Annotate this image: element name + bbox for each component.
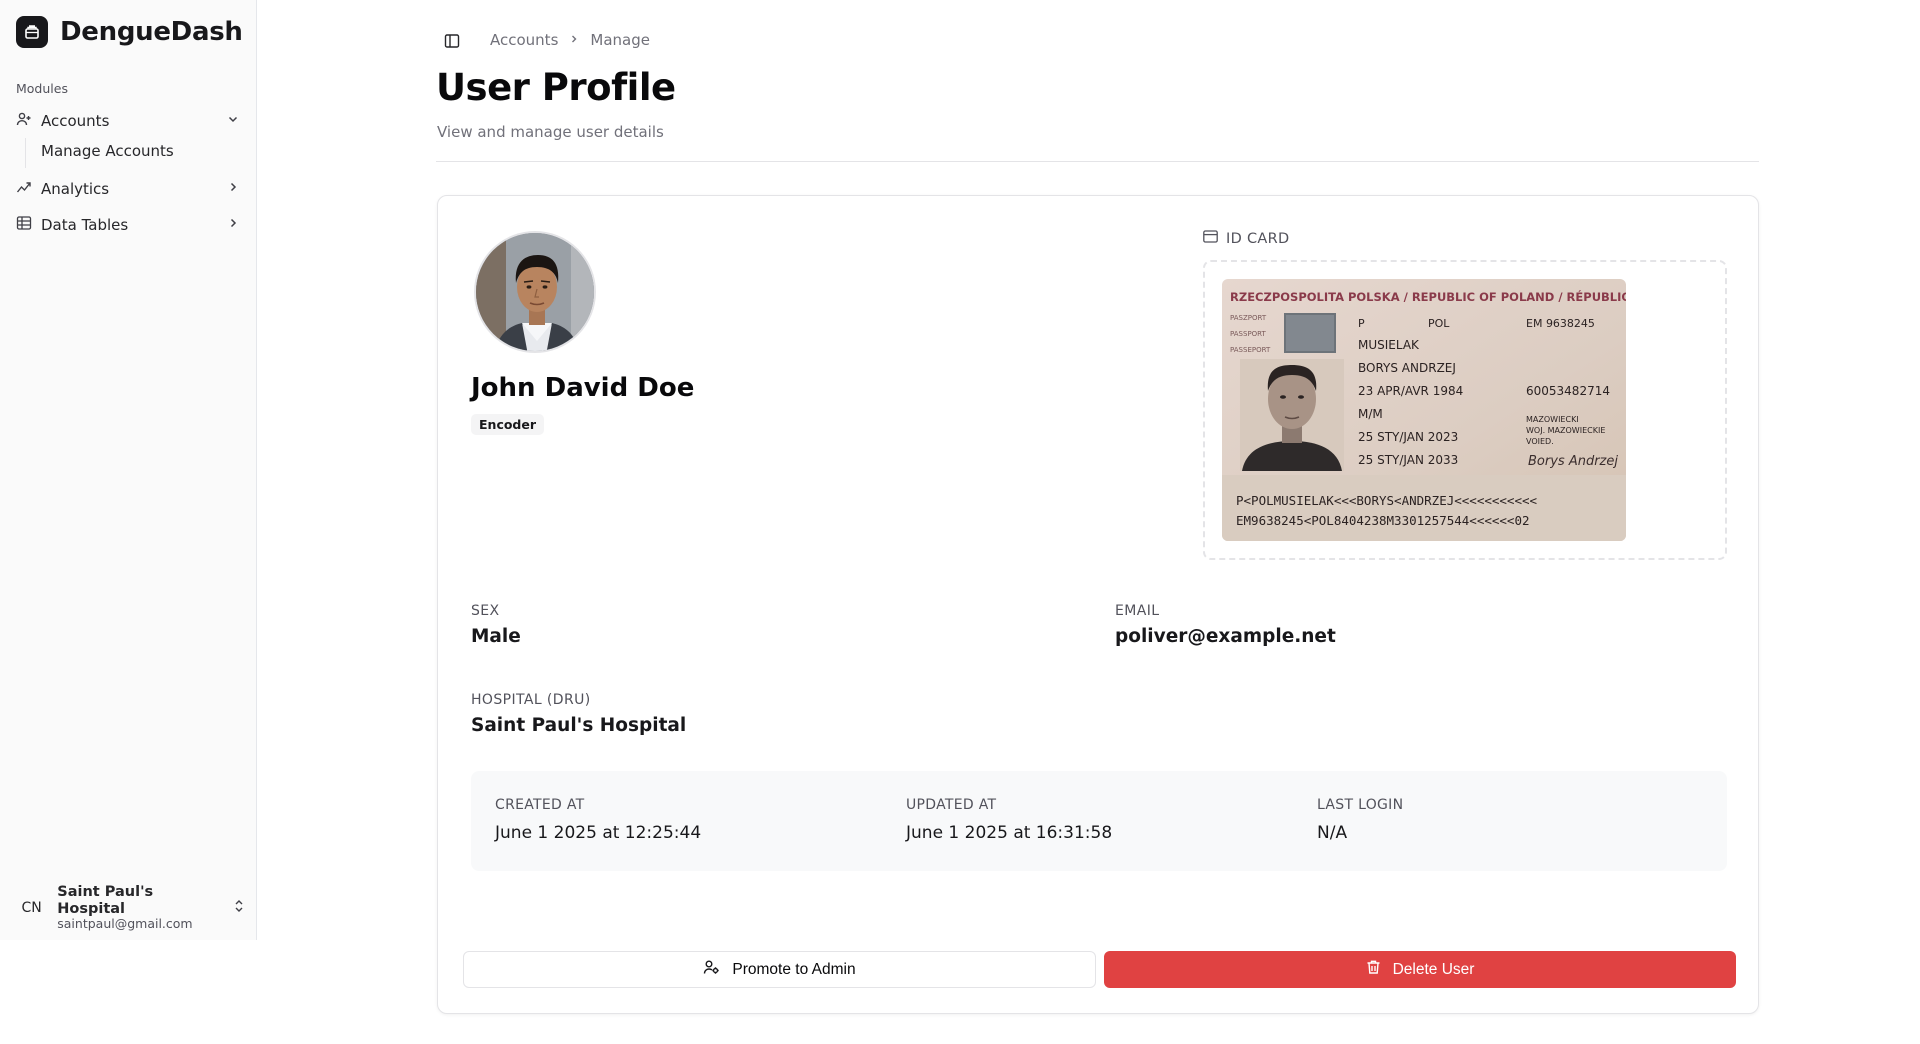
delete-user-button[interactable]: Delete User — [1104, 951, 1736, 988]
sidebar-toggle-button[interactable] — [442, 32, 462, 52]
sidebar-item-label: Accounts — [41, 112, 110, 130]
sidebar-item-label: Analytics — [41, 180, 110, 198]
breadcrumb-accounts[interactable]: Accounts — [490, 31, 558, 49]
profile-card: John David Doe Encoder ID CARD RZECZPOSP… — [437, 195, 1759, 1014]
created-at-value: June 1 2025 at 12:25:44 — [495, 823, 702, 843]
svg-text:PASSPORT: PASSPORT — [1230, 330, 1267, 338]
chevron-down-icon — [226, 112, 240, 130]
svg-text:BORYS ANDRZEJ: BORYS ANDRZEJ — [1358, 361, 1456, 375]
sex-value: Male — [471, 626, 521, 647]
svg-text:MAZOWIECKI: MAZOWIECKI — [1526, 415, 1579, 424]
svg-text:PASZPORT: PASZPORT — [1230, 314, 1267, 322]
account-name: Saint Paul's Hospital — [57, 884, 154, 917]
svg-text:23 APR/AVR 1984: 23 APR/AVR 1984 — [1358, 384, 1463, 398]
sidebar: DengueDash Modules Accounts Manage Accou… — [0, 0, 257, 940]
timestamps-panel: CREATED AT June 1 2025 at 12:25:44 UPDAT… — [471, 771, 1727, 871]
last-login-value: N/A — [1317, 823, 1348, 843]
breadcrumb: Accounts Manage — [490, 31, 650, 49]
breadcrumb-manage: Manage — [590, 31, 650, 49]
svg-text:VOIED.: VOIED. — [1526, 437, 1554, 446]
promote-to-admin-button[interactable]: Promote to Admin — [463, 951, 1096, 988]
last-login-label: LAST LOGIN — [1317, 797, 1404, 813]
svg-text:P: P — [1358, 317, 1365, 330]
email-label: EMAIL — [1115, 603, 1160, 619]
user-cog-icon — [703, 959, 720, 980]
account-email: saintpaul@gmail.com — [57, 916, 193, 932]
created-at-label: CREATED AT — [495, 797, 585, 813]
chevron-right-icon — [226, 180, 240, 198]
app-name: DengueDash — [60, 17, 243, 47]
account-switcher[interactable]: CN Saint Paul's Hospital saintpaul@gmail… — [16, 884, 246, 931]
svg-text:25 STY/JAN 2023: 25 STY/JAN 2023 — [1358, 430, 1458, 444]
svg-text:WOJ. MAZOWIECKIE: WOJ. MAZOWIECKIE — [1526, 426, 1605, 435]
updated-at-label: UPDATED AT — [906, 797, 997, 813]
email-value: poliver@example.net — [1115, 626, 1336, 647]
sidebar-item-analytics[interactable]: Analytics — [8, 174, 248, 204]
submenu-rail — [25, 138, 26, 168]
mrz-line-2: EM9638245<POL8404238M3301257544<<<<<<02 — [1236, 513, 1530, 528]
id-card-header: RZECZPOSPOLITA POLSKA / REPUBLIC OF POLA… — [1230, 289, 1626, 304]
svg-text:MUSIELAK: MUSIELAK — [1358, 338, 1420, 352]
svg-text:EM 9638245: EM 9638245 — [1526, 317, 1595, 330]
brand[interactable]: DengueDash — [16, 16, 243, 48]
svg-text:Borys Andrzej: Borys Andrzej — [1528, 454, 1618, 469]
credit-card-icon — [1203, 230, 1218, 247]
user-plus-icon — [16, 111, 32, 131]
trash-icon — [1366, 959, 1381, 980]
mrz-line-1: P<POLMUSIELAK<<<BORYS<ANDRZEJ<<<<<<<<<<< — [1236, 493, 1537, 508]
svg-text:M/M: M/M — [1358, 407, 1383, 421]
trend-chart-icon — [16, 179, 32, 199]
updated-at-value: June 1 2025 at 16:31:58 — [906, 823, 1113, 843]
sidebar-item-accounts[interactable]: Accounts — [8, 106, 248, 136]
page-title: User Profile — [436, 66, 676, 109]
svg-text:25 STY/JAN 2033: 25 STY/JAN 2033 — [1358, 453, 1458, 467]
app-logo-icon — [16, 16, 48, 48]
profile-photo — [474, 231, 596, 353]
passport-portrait — [1240, 359, 1344, 471]
svg-text:POL: POL — [1428, 317, 1450, 330]
panel-left-icon — [444, 33, 460, 52]
chevron-right-icon — [226, 216, 240, 234]
profile-full-name: John David Doe — [471, 373, 695, 403]
id-card-dropzone[interactable]: RZECZPOSPOLITA POLSKA / REPUBLIC OF POLA… — [1203, 260, 1727, 560]
account-info: Saint Paul's Hospital saintpaul@gmail.co… — [57, 884, 222, 932]
hospital-value: Saint Paul's Hospital — [471, 715, 687, 736]
role-badge: Encoder — [471, 414, 545, 435]
sidebar-item-data-tables[interactable]: Data Tables — [8, 210, 248, 240]
header-divider — [436, 161, 1759, 162]
id-card-heading: ID CARD — [1203, 230, 1289, 247]
svg-text:PASSEPORT: PASSEPORT — [1230, 346, 1271, 354]
avatar: CN — [21, 900, 42, 916]
sidebar-section-label: Modules — [16, 81, 68, 96]
page-subtitle: View and manage user details — [437, 123, 664, 141]
sidebar-item-manage-accounts[interactable]: Manage Accounts — [41, 142, 174, 160]
table-icon — [16, 215, 32, 235]
delete-button-label: Delete User — [1392, 960, 1475, 978]
chevron-right-icon — [568, 31, 580, 49]
sidebar-item-label: Data Tables — [41, 216, 129, 234]
hospital-label: HOSPITAL (DRU) — [471, 692, 591, 708]
svg-text:60053482714: 60053482714 — [1526, 384, 1610, 398]
id-card-label: ID CARD — [1226, 230, 1290, 247]
id-card-image: RZECZPOSPOLITA POLSKA / REPUBLIC OF POLA… — [1222, 279, 1626, 541]
chevrons-up-down-icon — [232, 898, 246, 918]
promote-button-label: Promote to Admin — [732, 960, 856, 978]
sex-label: SEX — [471, 603, 500, 619]
